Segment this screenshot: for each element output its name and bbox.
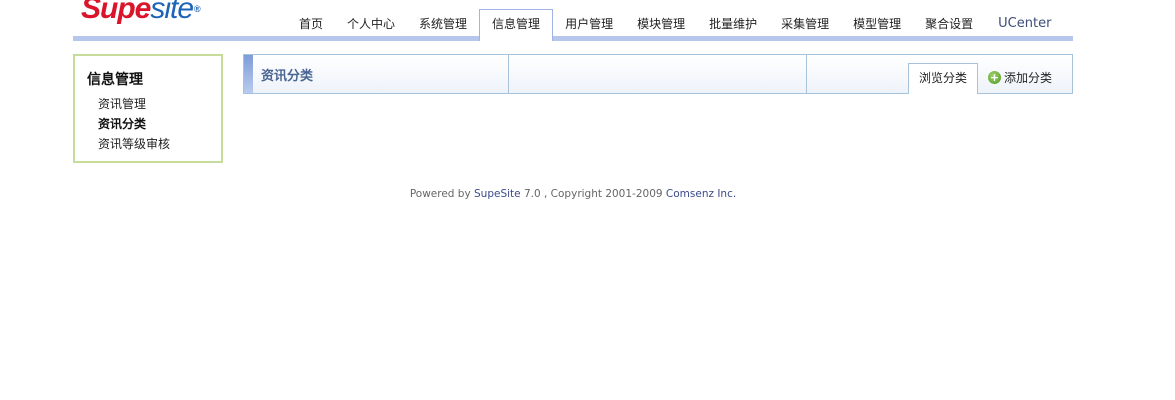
supesite-logo[interactable]: Supesite®	[81, 0, 201, 26]
nav-info-management[interactable]: 信息管理	[479, 9, 554, 41]
header-divider	[806, 55, 807, 93]
tab-browse-categories[interactable]: 浏览分类	[908, 63, 978, 94]
header: Supesite® 首页 个人中心 系统管理 信息管理 用户管理 模块管理 批量…	[73, 0, 1073, 42]
footer-product-link[interactable]: SupeSite	[474, 188, 521, 200]
sidebar-item-news-management[interactable]: 资讯管理	[98, 94, 170, 114]
footer: Powered by SupeSite 7.0 , Copyright 2001…	[0, 188, 1146, 200]
sidebar-title: 信息管理	[87, 72, 143, 88]
sidebar-item-news-category[interactable]: 资讯分类	[98, 114, 170, 134]
nav-model-management[interactable]: 模型管理	[841, 10, 913, 37]
nav-collection-management[interactable]: 采集管理	[769, 10, 841, 37]
main-nav: 首页 个人中心 系统管理 信息管理 用户管理 模块管理 批量维护 采集管理 模型…	[287, 9, 1063, 41]
footer-company-link[interactable]: Comsenz Inc.	[666, 188, 736, 200]
tab-add-category[interactable]: + 添加分类	[988, 68, 1052, 86]
nav-personal-center[interactable]: 个人中心	[335, 10, 407, 37]
sidebar-links: 资讯管理 资讯分类 资讯等级审核	[98, 94, 170, 154]
title-accent	[244, 55, 253, 93]
nav-aggregation-settings[interactable]: 聚合设置	[913, 10, 985, 37]
nav-batch-maintenance[interactable]: 批量维护	[697, 10, 769, 37]
header-divider	[508, 55, 509, 93]
footer-powered-by: Powered by	[409, 188, 471, 200]
nav-home[interactable]: 首页	[287, 10, 335, 37]
sidebar-item-news-level-review[interactable]: 资讯等级审核	[98, 134, 170, 154]
plus-circle-icon: +	[988, 70, 1001, 84]
nav-system-management[interactable]: 系统管理	[407, 10, 479, 37]
nav-ucenter[interactable]: UCenter	[985, 10, 1063, 37]
sidebar: 信息管理 资讯管理 资讯分类 资讯等级审核	[73, 54, 223, 163]
add-category-label: 添加分类	[1004, 70, 1053, 85]
nav-user-management[interactable]: 用户管理	[553, 10, 625, 37]
nav-module-management[interactable]: 模块管理	[625, 10, 697, 37]
footer-copyright: 7.0 , Copyright 2001-2009	[523, 188, 663, 200]
page-title: 资讯分类	[261, 69, 314, 84]
